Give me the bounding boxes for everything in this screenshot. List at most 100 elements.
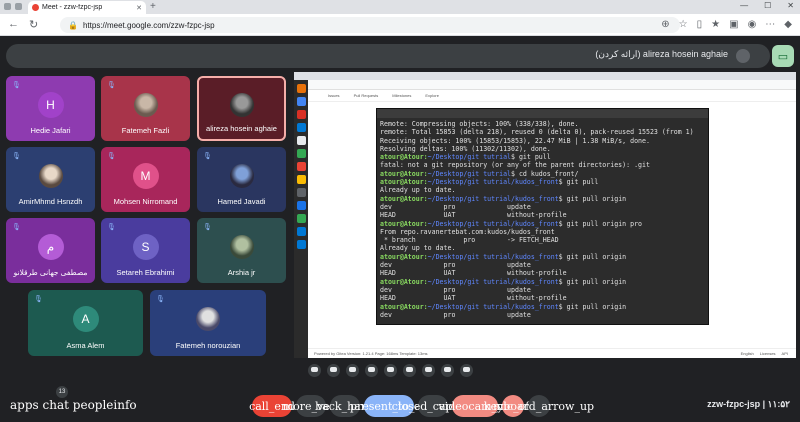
info-button[interactable]: info [113, 398, 136, 412]
avatar [229, 163, 254, 188]
terminal-line: HEAD UAT without-profile [380, 269, 567, 278]
mic-options-button[interactable]: keyboard_arrow_up [484, 395, 594, 417]
collections-icon[interactable]: ▣ [729, 19, 738, 30]
terminal-line: atour@Atour:~/Desktop/git tutrial/kudos_… [380, 195, 705, 203]
terminal-command: $ git pull origin [558, 302, 627, 311]
gitea-footer-link: Licenses [759, 351, 776, 356]
reaction-icon[interactable] [365, 364, 378, 377]
terminal-line: Receiving objects: 100% (15853/15853), 2… [380, 136, 650, 145]
gitea-nav-item: Pull Requests [353, 93, 379, 98]
terminal-prompt-user: atour@Atour: [380, 169, 428, 178]
terminal-line: atour@Atour:~/Desktop/git tutrial/kudos_… [380, 253, 705, 261]
avatar [229, 234, 254, 259]
zoom-icon[interactable]: ⊕ [661, 19, 669, 30]
avatar: M [132, 162, 159, 189]
terminal-prompt-user: atour@Atour: [380, 302, 428, 311]
address-bar-row: ← ↻ 🔒 https://meet.google.com/zzw-fzpc-j… [0, 14, 800, 36]
reload-icon[interactable]: ↻ [29, 18, 38, 31]
participant-tile[interactable]: alireza hosein aghaie [197, 76, 286, 141]
mic-off-icon: 🎙 [12, 224, 21, 231]
menu-icon[interactable]: ⋯ [765, 19, 775, 30]
minimize-icon[interactable]: — [740, 1, 748, 10]
participant-tile[interactable]: 🎙 AmirMhmd Hsnzdh [6, 147, 95, 212]
people-button[interactable]: people [73, 398, 114, 412]
gitea-nav-item: Explore [425, 93, 439, 98]
profile-icon[interactable]: ◉ [748, 19, 757, 30]
terminal-line: Remote: Compressing objects: 100% (338/3… [380, 120, 579, 128]
favorites-bar-icon[interactable]: ★ [711, 19, 720, 30]
meet-favicon-icon [32, 4, 39, 11]
apps-button[interactable]: apps [10, 398, 39, 412]
terminal-line: remote: Total 15853 (delta 218), reused … [380, 128, 694, 137]
terminal-line: dev pro update [380, 261, 531, 270]
participant-tile[interactable]: 🎙 S Setareh Ebrahimi [101, 218, 190, 283]
present-layout-button[interactable]: ▭ [772, 45, 794, 67]
terminal-window: Remote: Compressing objects: 100% (338/3… [376, 108, 709, 325]
participant-tile[interactable]: 🎙 Arshia jr [197, 218, 286, 283]
gitea-footer-link: API [781, 351, 788, 356]
participant-tile[interactable]: 🎙 H Hedie Jafari [6, 76, 95, 141]
mic-off-icon: 🎙 [12, 82, 21, 89]
left-actions: apps chat people info [10, 398, 137, 412]
gitea-nav-item: Milestones [392, 93, 412, 98]
lock-icon[interactable]: 🔒 [68, 21, 78, 30]
terminal-line: fatal: not a git repository (or any of t… [380, 161, 650, 170]
app-icon [296, 240, 306, 249]
back-icon[interactable]: ← [8, 18, 19, 31]
close-window-icon[interactable]: ✕ [787, 1, 794, 10]
close-tab-icon[interactable]: ✕ [136, 4, 142, 12]
app-icon [296, 201, 306, 210]
present-icon: ▭ [777, 50, 789, 63]
new-tab-icon[interactable]: + [150, 1, 156, 12]
terminal-prompt-path: ~/Desktop/git tutrial/kudos_front [427, 302, 559, 311]
reaction-icon[interactable] [441, 364, 454, 377]
reaction-icon[interactable] [460, 364, 473, 377]
participant-name: Hedie Jafari [30, 126, 71, 135]
terminal-prompt-path: ~/Desktop/git tutrial/kudos_front [427, 194, 559, 203]
terminal-output: Remote: Compressing objects: 100% (338/3… [377, 118, 708, 321]
terminal-command: $ cd kudos_front/ [511, 169, 579, 178]
chrome-icon [296, 97, 306, 106]
reaction-icon[interactable] [403, 364, 416, 377]
maximize-icon[interactable]: ☐ [764, 1, 771, 10]
control-label: keyboard_arrow_up [483, 399, 595, 413]
favorite-icon[interactable]: ☆ [679, 19, 688, 30]
app-icon [296, 227, 306, 236]
avatar: A [72, 306, 99, 332]
terminal-command: $ git pull [558, 178, 599, 187]
split-screen-icon[interactable]: ▯ [697, 19, 703, 30]
participant-name: Fatemeh Fazli [121, 126, 170, 135]
terminal-line: atour@Atour:~/Desktop/git tutrial/kudos_… [380, 220, 705, 228]
participant-tile[interactable]: 🎙 M Mohsen Nirromand [101, 147, 190, 212]
tab-groups-icon[interactable] [15, 3, 22, 10]
participant-tile[interactable]: 🎙 A Asma Alem [28, 290, 143, 356]
participant-tile[interactable]: 🎙 Fatemeh norouzian [150, 290, 266, 356]
reaction-icon[interactable] [346, 364, 359, 377]
participant-tile[interactable]: 🎙 Hamed Javadi [197, 147, 286, 212]
terminal-line: Resolving deltas: 100% (11302/11302), do… [380, 144, 551, 153]
terminal-prompt-path: ~/Desktop/git tutrial/kudos_front [427, 252, 559, 261]
reaction-icon[interactable] [308, 364, 321, 377]
reaction-icon[interactable] [327, 364, 340, 377]
participant-tile[interactable]: 🎙 م مصطفی جهانی طرقلانو [6, 218, 95, 283]
shared-screen-dock [294, 80, 308, 358]
terminal-line: dev pro update [380, 202, 531, 211]
participant-name: Arshia jr [227, 268, 256, 277]
browser-tabbar: Meet - zzw-fzpc-jsp ✕ + — ☐ ✕ [0, 0, 800, 14]
terminal-line: Already up to date. [380, 186, 456, 195]
tab-actions-icon[interactable] [4, 3, 11, 10]
avatar [196, 307, 220, 331]
url-field[interactable]: 🔒 https://meet.google.com/zzw-fzpc-jsp [60, 17, 680, 33]
reaction-icon[interactable] [422, 364, 435, 377]
meeting-info: zzw-fzpc-jsp | ۱۱:۵۲ [707, 399, 790, 409]
browser-tab[interactable]: Meet - zzw-fzpc-jsp ✕ [28, 1, 146, 14]
terminal-line: atour@Atour:~/Desktop/git tutrial$ cd ku… [380, 170, 705, 178]
firefox-icon [296, 84, 306, 93]
terminal-line: HEAD UAT without-profile [380, 294, 567, 303]
copilot-icon[interactable]: ◆ [784, 19, 792, 30]
terminal-command: $ git pull origin pro [558, 219, 643, 228]
participant-tile[interactable]: 🎙 Fatemeh Fazli [101, 76, 190, 141]
chat-button[interactable]: chat [43, 398, 69, 412]
gitea-footer: Powered by Gitea Version: 1.21.4 Page: 1… [308, 348, 796, 358]
reaction-icon[interactable] [384, 364, 397, 377]
